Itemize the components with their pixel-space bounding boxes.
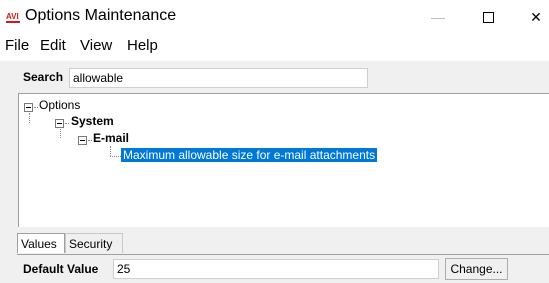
tab-values[interactable]: Values bbox=[17, 233, 65, 253]
maximize-icon bbox=[482, 11, 494, 23]
default-value-label: Default Value bbox=[23, 262, 99, 276]
tab-security[interactable]: Security bbox=[65, 233, 123, 253]
search-row: Search bbox=[0, 61, 549, 91]
minimize-button[interactable]: — bbox=[418, 5, 458, 29]
title-bar: AVI Options Maintenance — ✕ bbox=[0, 0, 549, 34]
collapse-email-icon[interactable] bbox=[78, 136, 87, 145]
default-value-row: Default Value Change... bbox=[17, 254, 549, 283]
search-input[interactable] bbox=[69, 68, 368, 88]
svg-text:AVI: AVI bbox=[6, 12, 19, 21]
search-label: Search bbox=[23, 70, 64, 84]
menu-edit[interactable]: Edit bbox=[40, 37, 66, 54]
options-tree[interactable]: Options System E-mail Maximum allowable … bbox=[18, 93, 549, 227]
menu-view[interactable]: View bbox=[80, 37, 112, 54]
menu-help[interactable]: Help bbox=[127, 37, 158, 54]
tree-node-options[interactable]: Options bbox=[39, 98, 80, 112]
tree-node-email[interactable]: E-mail bbox=[93, 131, 129, 145]
tree-node-max-attachment-size[interactable]: Maximum allowable size for e-mail attach… bbox=[121, 148, 378, 162]
collapse-system-icon[interactable] bbox=[55, 119, 64, 128]
close-button[interactable]: ✕ bbox=[516, 5, 549, 29]
menu-file[interactable]: File bbox=[5, 37, 29, 54]
minimize-icon: — bbox=[431, 9, 445, 25]
menu-bar: File Edit View Help bbox=[0, 34, 549, 60]
tree-node-system[interactable]: System bbox=[71, 114, 114, 128]
default-value-input[interactable] bbox=[113, 259, 439, 279]
app-icon: AVI bbox=[6, 11, 20, 24]
maximize-button[interactable] bbox=[468, 5, 508, 29]
window-title: Options Maintenance bbox=[25, 7, 177, 24]
content-area: Search Options System E-mail Maximum all… bbox=[0, 61, 549, 283]
close-icon: ✕ bbox=[530, 9, 542, 25]
collapse-options-icon[interactable] bbox=[24, 103, 33, 112]
change-button[interactable]: Change... bbox=[445, 258, 508, 280]
